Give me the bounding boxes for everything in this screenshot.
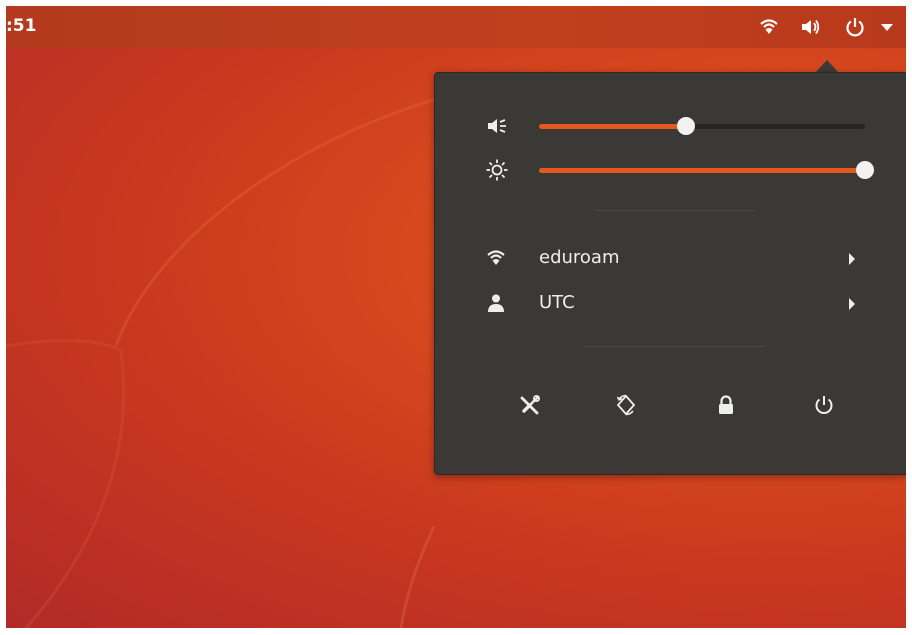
brightness-slider-handle[interactable] — [856, 161, 874, 179]
brightness-icon — [486, 159, 508, 181]
submenu-arrow-icon — [849, 253, 855, 265]
power-off-button[interactable] — [801, 382, 847, 428]
volume-slider-fill — [539, 124, 686, 129]
brightness-slider[interactable] — [539, 161, 874, 179]
system-menu: eduroam UTC — [434, 72, 906, 475]
power-icon — [815, 396, 833, 414]
separator — [585, 346, 765, 347]
lock-button[interactable] — [703, 382, 749, 428]
desktop: :51 eduroam UTC — [6, 6, 906, 628]
wifi-icon[interactable] — [758, 16, 780, 38]
clock[interactable]: :51 — [6, 16, 36, 36]
volume-slider-handle[interactable] — [676, 117, 695, 135]
user-name-label: UTC — [539, 292, 575, 313]
volume-slider[interactable] — [539, 117, 865, 135]
user-icon — [488, 294, 504, 312]
brightness-slider-fill — [539, 168, 865, 173]
power-icon[interactable] — [844, 16, 866, 38]
menu-item-wifi[interactable]: eduroam — [435, 243, 906, 273]
volume-icon[interactable] — [799, 16, 821, 38]
top-bar: :51 — [6, 6, 906, 48]
dropdown-arrow-icon[interactable] — [876, 16, 898, 38]
brightness-slider-row — [435, 155, 906, 185]
volume-slider-row — [435, 111, 906, 141]
wifi-icon — [487, 250, 505, 265]
menu-item-user[interactable]: UTC — [435, 288, 906, 318]
volume-icon — [488, 119, 506, 133]
lock-icon — [719, 395, 733, 414]
settings-icon — [520, 395, 540, 415]
rotation-lock-icon — [616, 394, 636, 416]
rotation-lock-button[interactable] — [603, 382, 649, 428]
separator — [595, 210, 755, 211]
wifi-network-label: eduroam — [539, 247, 620, 268]
submenu-arrow-icon — [849, 298, 855, 310]
settings-button[interactable] — [507, 382, 553, 428]
